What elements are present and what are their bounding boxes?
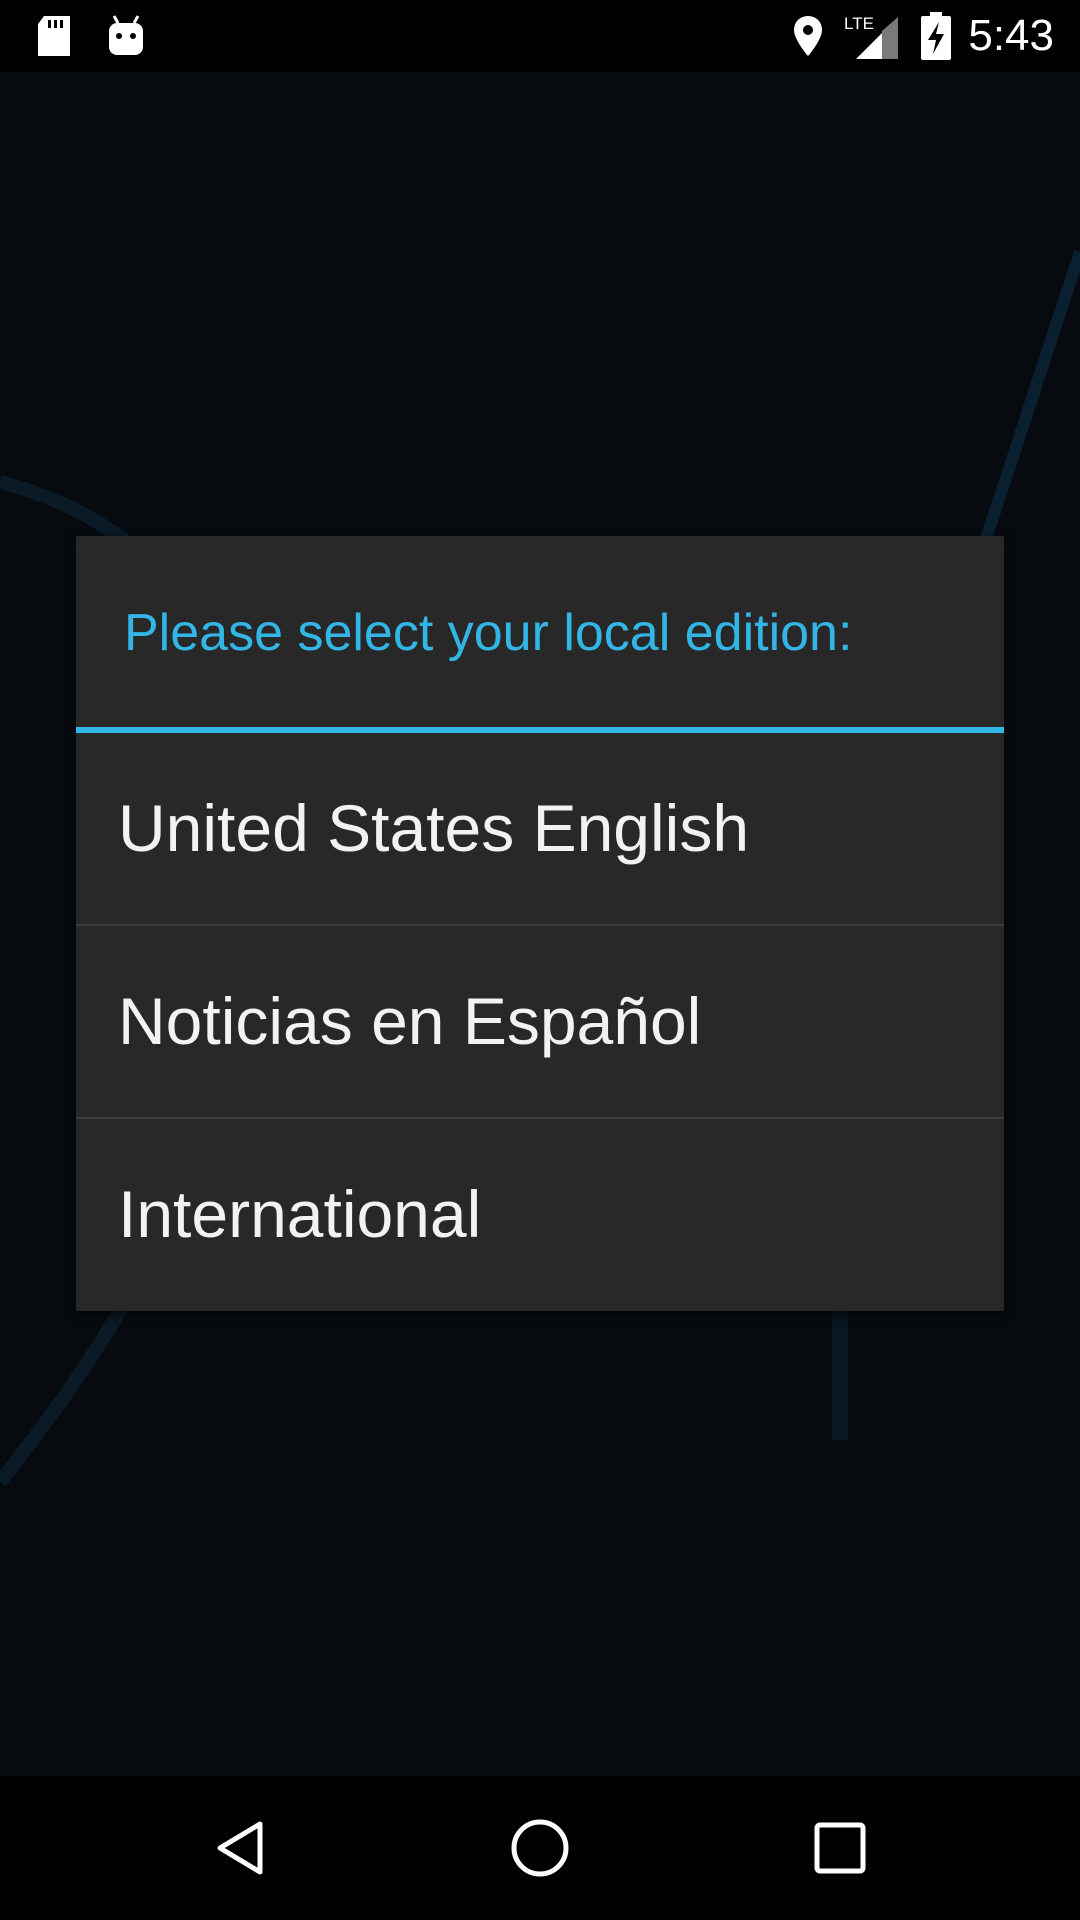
dialog-title: Please select your local edition: xyxy=(124,604,853,662)
option-label: United States English xyxy=(118,791,750,865)
lte-signal-icon: LTE xyxy=(842,0,900,72)
lte-label: LTE xyxy=(844,14,874,33)
screen: LTE 5:43 Please select your local editio… xyxy=(0,0,1080,1920)
option-international[interactable]: International xyxy=(76,1119,1004,1310)
status-bar: LTE 5:43 xyxy=(0,0,1080,72)
sd-card-icon xyxy=(34,0,74,72)
edition-dialog: Please select your local edition: United… xyxy=(76,536,1004,1311)
home-icon xyxy=(511,1819,569,1877)
recents-icon xyxy=(814,1822,866,1874)
navigation-bar xyxy=(0,1776,1080,1920)
option-label: Noticias en Español xyxy=(118,984,702,1058)
edition-option-list: United States English Noticias en Españo… xyxy=(76,733,1004,1310)
battery-charging-icon xyxy=(918,0,954,72)
back-button[interactable] xyxy=(150,1776,330,1920)
option-noticias-en-espanol[interactable]: Noticias en Español xyxy=(76,926,1004,1119)
option-united-states-english[interactable]: United States English xyxy=(76,733,1004,926)
home-button[interactable] xyxy=(450,1776,630,1920)
back-icon xyxy=(217,1821,263,1875)
android-icon xyxy=(104,0,148,72)
recents-button[interactable] xyxy=(750,1776,930,1920)
option-label: International xyxy=(118,1177,482,1251)
location-icon xyxy=(788,0,828,72)
status-clock: 5:43 xyxy=(968,11,1054,60)
